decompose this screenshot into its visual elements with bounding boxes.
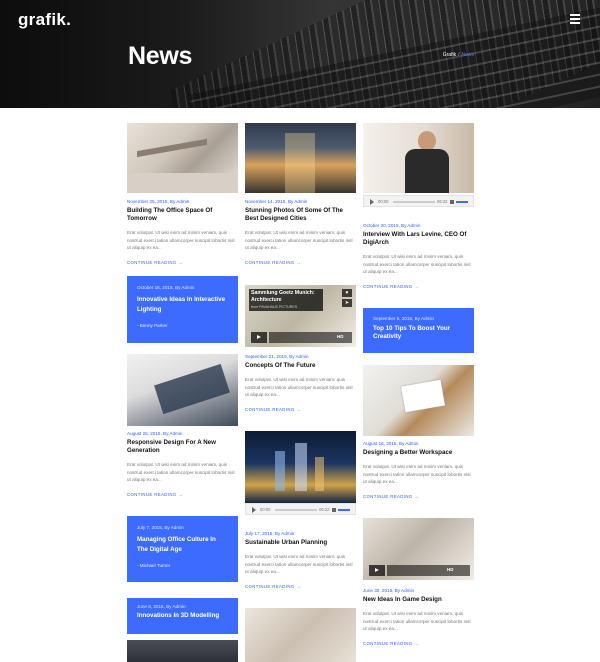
post-excerpt: Erat volutpat. Ut wisi enim ad minim ven… xyxy=(127,462,235,483)
post-meta: August 26, 2015, By Admin xyxy=(127,431,183,436)
post-card: August 26, 2015, By Admin Responsive Des… xyxy=(127,431,238,497)
continue-reading-link[interactable]: CONTINUE READING → xyxy=(127,260,238,265)
hamburger-menu-icon[interactable] xyxy=(570,14,580,24)
continue-reading-link[interactable]: CONTINUE READING → xyxy=(127,492,238,497)
post-title[interactable]: Stunning Photos Of Some Of The Best Desi… xyxy=(245,207,356,223)
video-hd-badge[interactable]: HD xyxy=(337,334,344,339)
post-title[interactable]: Concepts Of The Future xyxy=(245,362,356,370)
audio-progress-bar[interactable] xyxy=(275,509,317,511)
quote-title[interactable]: Managing Office Culture In The Digital A… xyxy=(137,535,228,555)
quote-title[interactable]: Innovations In 3D Modelling xyxy=(137,611,228,621)
hero-banner: grafik. News Grafik / News xyxy=(0,0,600,108)
post-title[interactable]: New Ideas In Game Design xyxy=(363,596,474,604)
post-image-office-space[interactable] xyxy=(127,123,238,193)
video-title[interactable]: Sammlung Goetz Munich: Architecture xyxy=(251,290,321,304)
video-player-game-design[interactable]: HD xyxy=(363,518,474,580)
post-card: July 17, 2015, By Admin Sustainable Urba… xyxy=(245,531,356,589)
post-excerpt: Erat volutpat. Ut wisi enim ad minim ven… xyxy=(363,254,471,275)
post-title[interactable]: Sustainable Urban Planning xyxy=(245,539,356,547)
site-logo[interactable]: grafik. xyxy=(18,10,71,30)
quote-meta: June 8, 2015, By Admin xyxy=(137,604,186,609)
post-excerpt: Erat volutpat. Ut wisi enim ad minim ven… xyxy=(245,377,353,398)
post-meta: July 17, 2015, By Admin xyxy=(245,531,295,536)
post-card: September 21, 2015, By Admin Concepts Of… xyxy=(245,354,356,412)
video-source: from PAVAHAUS PICTURES xyxy=(251,305,298,309)
post-image-city-night[interactable] xyxy=(245,123,356,193)
video-player-architecture[interactable]: Sammlung Goetz Munich: Architecture from… xyxy=(245,285,356,347)
post-image-city-skyline[interactable] xyxy=(245,431,356,503)
post-image-bottom-left[interactable] xyxy=(127,640,238,662)
post-title[interactable]: Interview With Lars Levine, CEO Of DigiA… xyxy=(363,231,474,247)
quote-title[interactable]: Innovative Ideas In Interactive Lighting xyxy=(137,295,228,315)
breadcrumb: Grafik / News xyxy=(443,52,474,58)
like-icon[interactable]: ♥ xyxy=(342,289,352,297)
post-card: June 30, 2015, By Admin New Ideas In Gam… xyxy=(363,588,474,646)
audio-play-icon[interactable] xyxy=(370,199,374,205)
quote-card[interactable]: June 8, 2015, By Admin Innovations In 3D… xyxy=(127,598,238,634)
post-excerpt: Erat volutpat. Ut wisi enim ad minim ven… xyxy=(245,554,353,575)
breadcrumb-home[interactable]: Grafik xyxy=(443,52,456,58)
post-card: November 14, 2015, By Admin Stunning Pho… xyxy=(245,199,356,265)
post-meta: June 30, 2015, By Admin xyxy=(363,588,415,593)
volume-icon[interactable] xyxy=(450,200,454,204)
continue-reading-link[interactable]: CONTINUE READING → xyxy=(363,494,474,499)
quote-meta: July 7, 2015, By Admin xyxy=(137,525,184,530)
post-excerpt: Erat volutpat. Ut wisi enim ad minim ven… xyxy=(363,464,471,485)
quote-meta: October 16, 2015, By Admin xyxy=(137,285,195,290)
quote-meta: September 5, 2015, By Admin xyxy=(373,316,435,321)
post-meta: August 16, 2015, By Admin xyxy=(363,441,419,446)
audio-progress-bar[interactable] xyxy=(393,201,435,203)
video-controls[interactable] xyxy=(387,565,470,576)
video-play-icon[interactable] xyxy=(369,565,385,576)
quote-title[interactable]: Top 10 Tips To Boost Your Creativity xyxy=(373,325,464,341)
post-excerpt: Erat volutpat. Ut wisi enim ad minim ven… xyxy=(363,611,471,632)
post-card: October 20, 2015, By Admin Interview Wit… xyxy=(363,223,474,289)
video-play-icon[interactable] xyxy=(251,332,267,343)
continue-reading-link[interactable]: CONTINUE READING → xyxy=(363,641,474,646)
continue-reading-link[interactable]: CONTINUE READING → xyxy=(245,584,356,589)
post-card: August 16, 2015, By Admin Designing a Be… xyxy=(363,441,474,499)
volume-slider[interactable] xyxy=(456,201,468,203)
post-excerpt: Erat volutpat. Ut wisi enim ad minim ven… xyxy=(127,230,235,251)
volume-slider[interactable] xyxy=(338,509,350,511)
post-meta: November 25, 2015, By Admin xyxy=(127,199,190,204)
post-card: November 25, 2015, By Admin Building The… xyxy=(127,199,238,265)
post-image-tablet-hands[interactable] xyxy=(127,354,238,426)
quote-card[interactable]: September 5, 2015, By Admin Top 10 Tips … xyxy=(363,308,474,353)
continue-reading-link[interactable]: CONTINUE READING → xyxy=(245,407,356,412)
post-title[interactable]: Designing a Better Workspace xyxy=(363,449,474,457)
audio-time-end: 06:22 xyxy=(437,199,448,204)
post-image-workspace-desk[interactable] xyxy=(363,365,474,436)
hero-overlay xyxy=(0,0,600,108)
post-meta: October 20, 2015, By Admin xyxy=(363,223,421,228)
page-title: News xyxy=(128,42,193,70)
audio-time-start: 00:00 xyxy=(260,507,271,512)
post-meta: November 14, 2015, By Admin xyxy=(245,199,308,204)
post-title[interactable]: Responsive Design For A New Generation xyxy=(127,439,238,455)
quote-card[interactable]: October 16, 2015, By Admin Innovative Id… xyxy=(127,276,238,343)
audio-time-start: 00:00 xyxy=(378,199,389,204)
audio-time-end: 06:22 xyxy=(319,507,330,512)
post-image-bottom-middle[interactable] xyxy=(245,608,356,662)
audio-player[interactable]: 00:00 06:22 xyxy=(245,503,356,515)
volume-icon[interactable] xyxy=(332,508,336,512)
post-meta: September 21, 2015, By Admin xyxy=(245,354,309,359)
breadcrumb-current: News xyxy=(461,52,474,58)
quote-card[interactable]: July 7, 2015, By Admin Managing Office C… xyxy=(127,516,238,582)
post-image-portrait[interactable] xyxy=(363,123,474,193)
post-title[interactable]: Building The Office Space Of Tomorrow xyxy=(127,207,238,223)
quote-author: - Michael Turner xyxy=(137,563,171,568)
post-excerpt: Erat volutpat. Ut wisi enim ad minim ven… xyxy=(245,230,353,251)
audio-play-icon[interactable] xyxy=(252,507,256,513)
continue-reading-link[interactable]: CONTINUE READING → xyxy=(363,284,474,289)
share-icon[interactable]: ➤ xyxy=(342,299,352,307)
quote-author: - Benny Parker xyxy=(137,323,168,328)
continue-reading-link[interactable]: CONTINUE READING → xyxy=(245,260,356,265)
audio-player[interactable]: 00:00 06:22 xyxy=(363,195,474,207)
video-hd-badge[interactable]: HD xyxy=(447,567,454,572)
breadcrumb-separator: / xyxy=(458,52,460,58)
